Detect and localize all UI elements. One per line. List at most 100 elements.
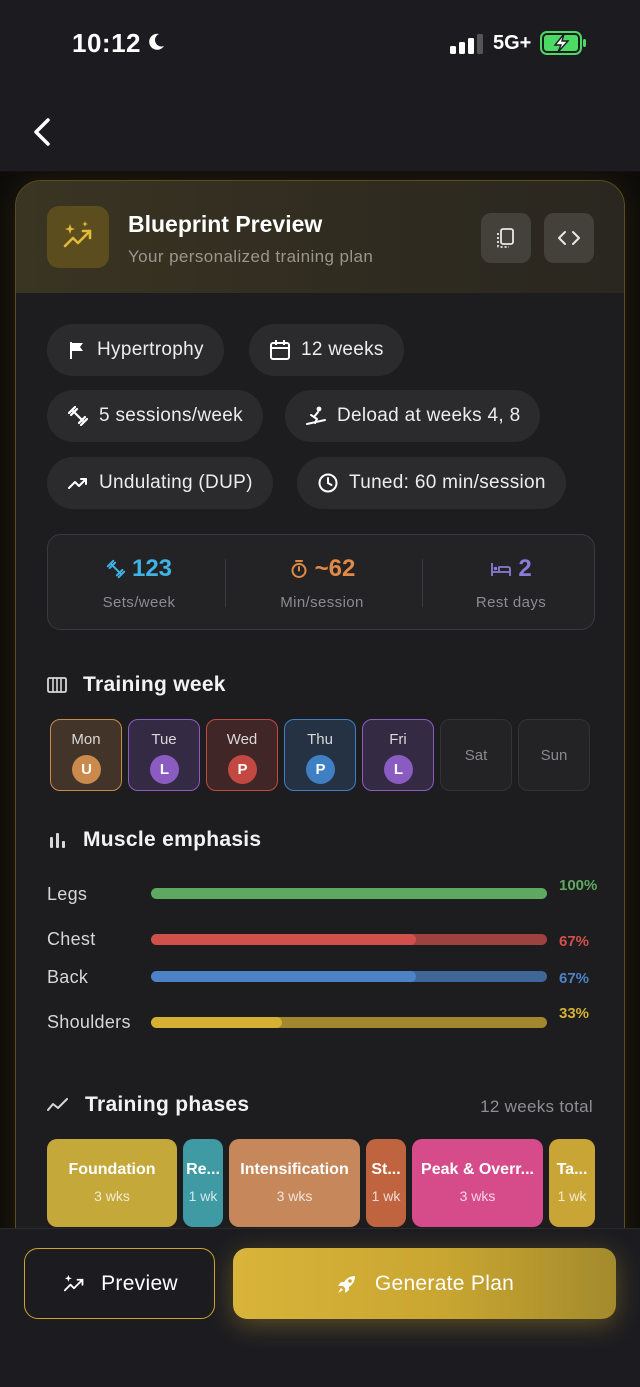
content-area[interactable]: Blueprint Preview Your personalized trai… <box>0 172 640 1228</box>
day-sun[interactable]: Sun <box>518 719 590 791</box>
signal-icon <box>450 34 483 54</box>
muscle-label: Back <box>47 967 89 987</box>
frequency-label: 5 sessions/week <box>99 405 243 426</box>
workout-type-badge: P <box>228 755 257 784</box>
phase-name: St... <box>371 1161 401 1178</box>
copy-button[interactable] <box>481 213 531 263</box>
stat-rest: 2 Rest days <box>420 535 602 631</box>
muscle-percentage: 67% <box>559 933 590 950</box>
code-view-button[interactable] <box>544 213 594 263</box>
duration-chip: 12 weeks <box>249 324 404 376</box>
timer-icon <box>291 560 307 578</box>
stat-minutes-label: Min/session <box>280 594 364 611</box>
back-chevron-icon[interactable] <box>28 112 60 152</box>
divider <box>225 559 226 607</box>
duration-label: 12 weeks <box>301 339 384 360</box>
moon-icon <box>149 33 164 50</box>
phase-name: Foundation <box>68 1161 156 1178</box>
phase-segment[interactable]: Foundation 3 wks <box>47 1139 177 1227</box>
workout-type-badge: U <box>72 755 101 784</box>
dumbbell-icon <box>106 559 126 579</box>
phase-name: Peak & Overr... <box>421 1161 534 1178</box>
muscle-bar-track <box>151 934 547 945</box>
muscle-bar-track <box>151 1017 547 1028</box>
muscle-bar-fill <box>151 971 417 982</box>
ski-icon <box>306 406 326 425</box>
trending-up-icon <box>68 478 87 489</box>
workout-type-badge: L <box>384 755 413 784</box>
phase-segment[interactable]: Ta... 1 wk <box>549 1139 595 1227</box>
phase-weeks: 3 wks <box>94 1188 130 1204</box>
day-name: Sun <box>540 747 568 764</box>
day-wed[interactable]: Wed P <box>206 719 278 791</box>
phase-name: Re... <box>186 1161 220 1178</box>
stat-rest-value: 2 <box>518 555 532 582</box>
generate-plan-label: Generate Plan <box>374 1271 515 1295</box>
stat-minutes: ~62 Min/session <box>231 535 413 631</box>
training-phases-title: Training phases <box>85 1093 250 1116</box>
muscle-label: Shoulders <box>47 1012 131 1032</box>
day-sat[interactable]: Sat <box>440 719 512 791</box>
tuned-chip: Tuned: 60 min/session <box>297 457 566 509</box>
stat-sets-label: Sets/week <box>102 594 176 611</box>
phase-weeks: 1 wk <box>371 1188 401 1204</box>
phase-name: Intensification <box>240 1161 349 1178</box>
training-phases-heading: Training phases <box>47 1093 249 1117</box>
battery-charging-icon <box>540 31 586 55</box>
day-name: Mon <box>71 731 101 748</box>
tuned-label: Tuned: 60 min/session <box>349 472 546 493</box>
status-time: 10:12 <box>72 28 141 58</box>
muscle-bar-track <box>151 971 547 982</box>
stats-summary: 123 Sets/week ~62 Min/session 2 Rest day… <box>47 534 595 630</box>
day-fri[interactable]: Fri L <box>362 719 434 791</box>
card-header: Blueprint Preview Your personalized trai… <box>16 181 624 293</box>
periodization-chip: Undulating (DUP) <box>47 457 273 509</box>
bar-chart-icon <box>50 833 65 848</box>
stat-rest-label: Rest days <box>475 594 547 611</box>
preview-button-label: Preview <box>101 1271 178 1295</box>
goal-label: Hypertrophy <box>97 339 204 360</box>
phase-weeks: 3 wks <box>459 1188 496 1204</box>
blueprint-card: Blueprint Preview Your personalized trai… <box>15 180 625 1228</box>
day-name: Thu <box>307 731 333 748</box>
network-label: 5G+ <box>493 32 532 54</box>
page-title: Blueprint Preview <box>128 211 323 237</box>
phase-weeks: 3 wks <box>276 1188 313 1204</box>
phase-segment[interactable]: Intensification 3 wks <box>229 1139 360 1227</box>
day-mon[interactable]: Mon U <box>50 719 122 791</box>
day-name: Fri <box>389 731 407 748</box>
code-icon <box>558 231 580 245</box>
phase-name: Ta... <box>556 1161 588 1178</box>
muscle-bar-fill <box>151 1017 282 1028</box>
phase-weeks: 1 wk <box>188 1188 218 1204</box>
sparkle-trend-icon <box>63 1274 84 1291</box>
stat-sets-value: 123 <box>131 555 173 582</box>
stat-minutes-value: ~62 <box>314 555 356 582</box>
navigation-bar <box>0 90 640 172</box>
training-week-heading: Training week <box>47 673 226 697</box>
day-tue[interactable]: Tue L <box>128 719 200 791</box>
phase-segment[interactable]: Peak & Overr... 3 wks <box>412 1139 543 1227</box>
generate-plan-button[interactable]: Generate Plan <box>233 1248 616 1319</box>
trend-line-icon <box>47 1098 68 1111</box>
calendar-grid-icon <box>47 677 67 693</box>
preview-button[interactable]: Preview <box>24 1248 215 1319</box>
day-thu[interactable]: Thu P <box>284 719 356 791</box>
deload-label: Deload at weeks 4, 8 <box>337 405 521 426</box>
training-week-title: Training week <box>83 673 226 696</box>
rocket-icon <box>337 1275 355 1293</box>
phase-weeks: 1 wk <box>557 1188 587 1204</box>
bottom-action-bar: Preview Generate Plan <box>0 1228 640 1387</box>
muscle-percentage: 33% <box>559 1005 590 1022</box>
periodization-label: Undulating (DUP) <box>99 472 253 493</box>
goal-chip: Hypertrophy <box>47 324 224 376</box>
muscle-bar-track <box>151 888 547 899</box>
flag-icon <box>70 342 83 359</box>
muscle-percentage: 100% <box>559 877 598 894</box>
day-name: Tue <box>151 731 177 748</box>
stat-sets: 123 Sets/week <box>48 535 230 631</box>
phase-segment[interactable]: St... 1 wk <box>366 1139 406 1227</box>
muscle-percentage: 67% <box>559 970 590 987</box>
phase-segment[interactable]: Re... 1 wk <box>183 1139 223 1227</box>
deload-chip: Deload at weeks 4, 8 <box>285 390 541 442</box>
